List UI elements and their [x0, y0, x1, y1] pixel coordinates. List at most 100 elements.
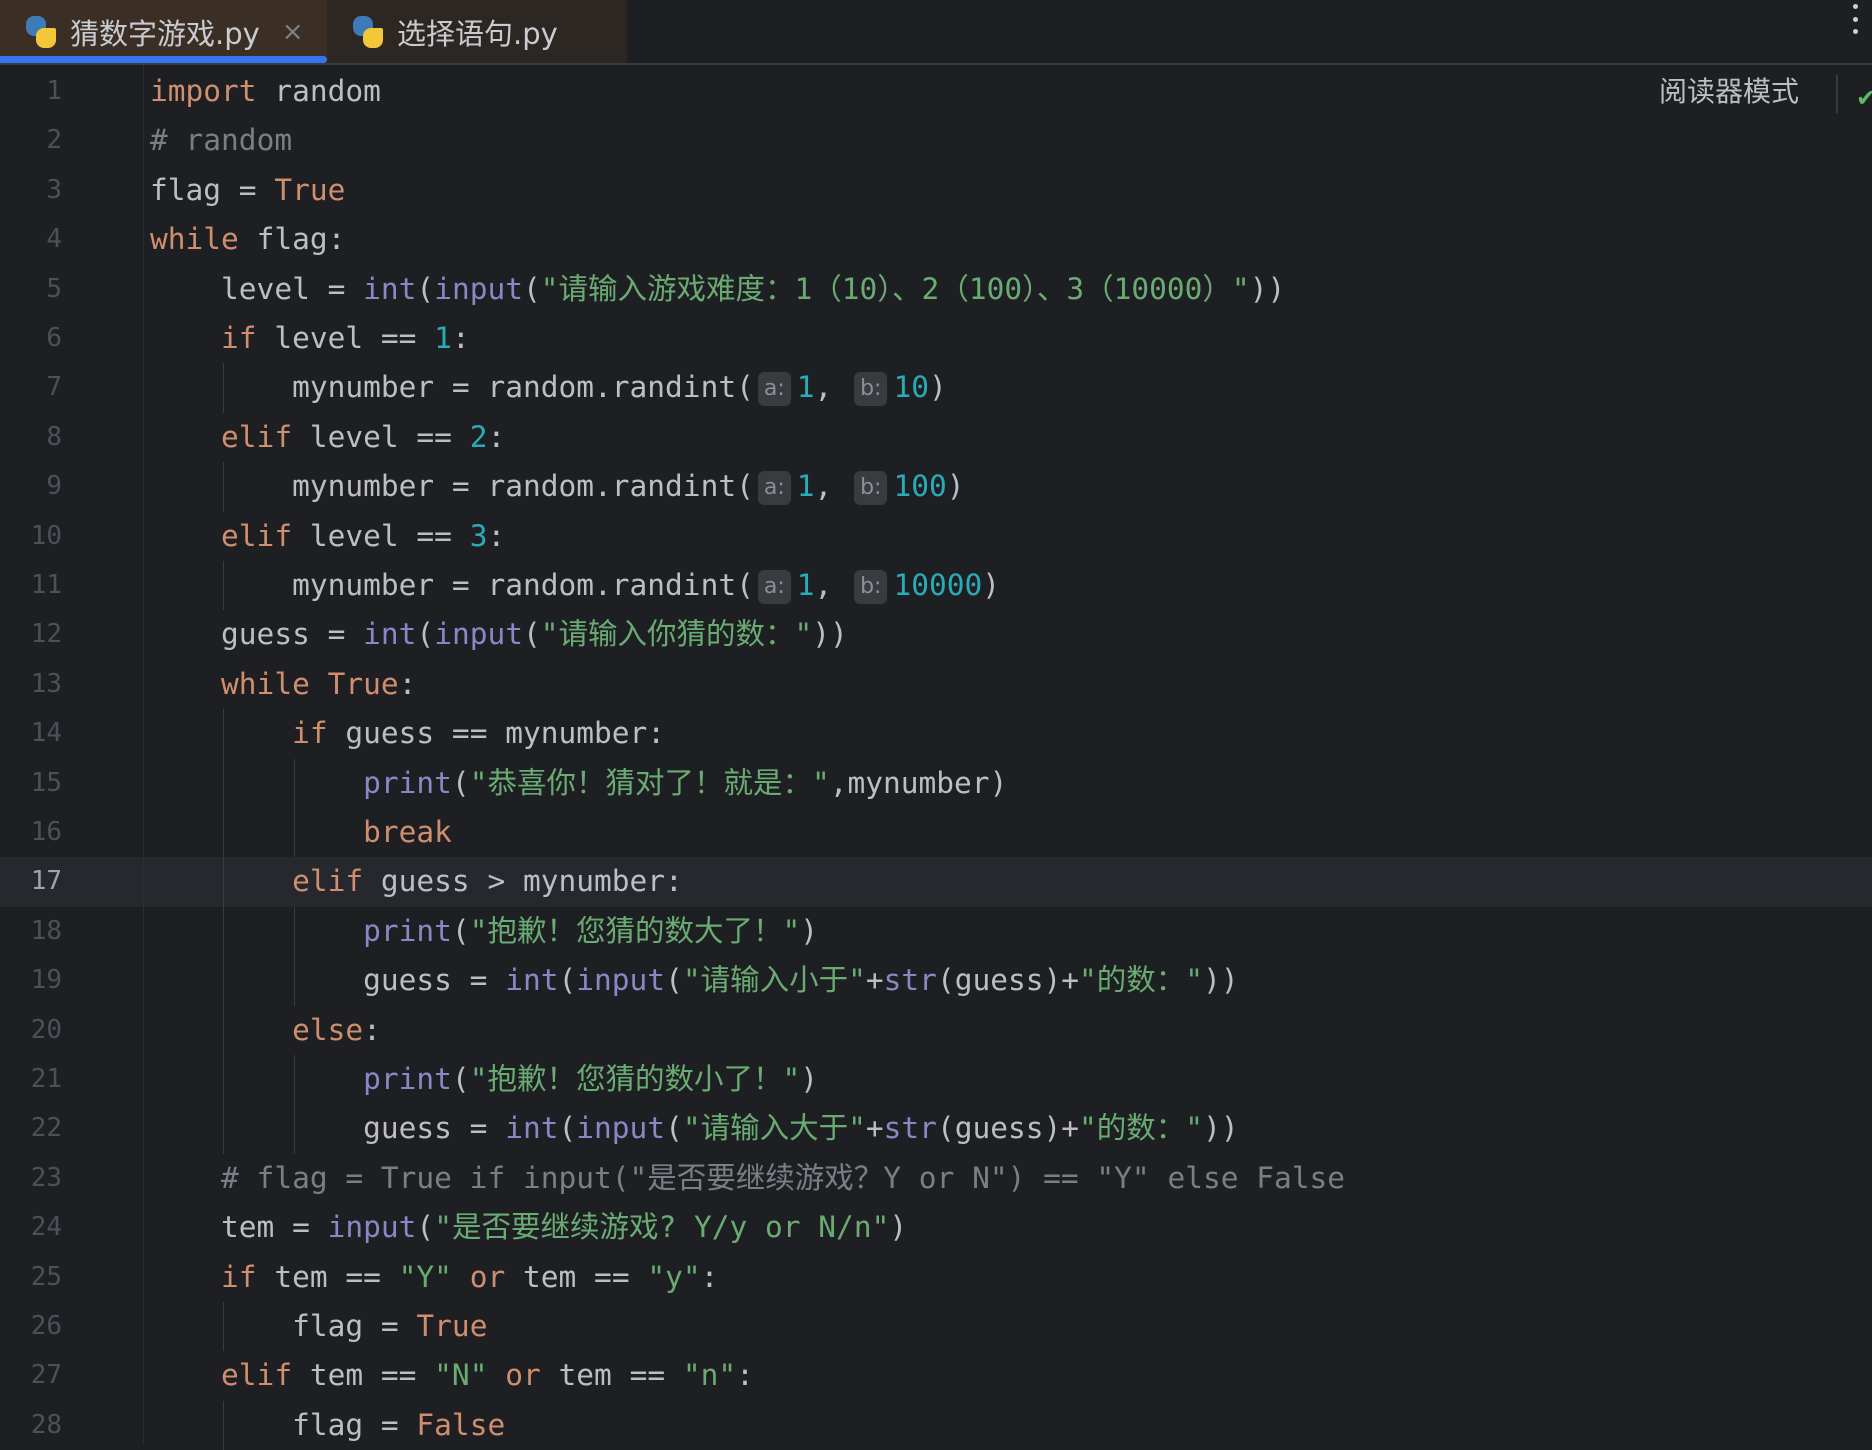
line-number[interactable]: 16 — [0, 808, 62, 857]
line-number[interactable]: 6 — [0, 314, 62, 363]
code-line[interactable]: 7 mynumber = random.randint(a: 1, b: 10) — [0, 363, 1872, 413]
code-token: ( — [523, 271, 541, 306]
line-number[interactable]: 11 — [0, 561, 62, 610]
code-line[interactable]: 17 elif guess > mynumber: — [0, 857, 1872, 907]
line-number[interactable]: 24 — [0, 1203, 62, 1252]
more-options-icon[interactable] — [1849, 4, 1861, 34]
code-text: guess = int(input("请输入大于"+str(guess)+"的数… — [363, 1104, 1238, 1153]
code-token: ( — [665, 1111, 683, 1146]
code-line[interactable]: 6 if level == 1: — [0, 314, 1872, 363]
editor-tab-bar: 猜数字游戏.py × 选择语句.py — [0, 0, 1872, 65]
code-line[interactable]: 21 print("抱歉！您猜的数小了！") — [0, 1055, 1872, 1105]
line-number[interactable]: 23 — [0, 1154, 62, 1203]
code-line[interactable]: 2 # random — [0, 116, 1872, 165]
code-token: level = — [221, 271, 364, 306]
code-line[interactable]: 19 guess = int(input("请输入小于"+str(guess)+"… — [0, 956, 1872, 1006]
code-line[interactable]: 4 while flag: — [0, 215, 1872, 264]
indent-guide — [294, 808, 296, 858]
code-line[interactable]: 9 mynumber = random.randint(a: 1, b: 100) — [0, 462, 1872, 512]
code-text: if guess == mynumber: — [292, 709, 665, 758]
line-number[interactable]: 22 — [0, 1104, 62, 1153]
code-line[interactable]: 11 mynumber = random.randint(a: 1, b: 10000… — [0, 561, 1872, 611]
line-number[interactable]: 18 — [0, 907, 62, 956]
parameter-hint: a: — [757, 372, 791, 407]
parameter-hint: a: — [757, 471, 791, 506]
code-line[interactable]: 24 tem = input("是否要继续游戏? Y/y or N/n") — [0, 1203, 1872, 1252]
indent-guide — [223, 1005, 225, 1055]
line-number[interactable]: 25 — [0, 1253, 62, 1302]
code-line[interactable]: 25 if tem == "Y" or tem == "y": — [0, 1253, 1872, 1302]
indent-guide — [223, 363, 225, 413]
number-token: 1 — [796, 568, 815, 602]
code-line[interactable]: 18 print("抱歉！您猜的数大了！") — [0, 906, 1872, 957]
code-line[interactable]: 20 else: — [0, 1005, 1872, 1055]
line-number[interactable]: 20 — [0, 1006, 62, 1055]
line-number[interactable]: 19 — [0, 956, 62, 1005]
code-text: while True: — [221, 660, 416, 709]
python-file-icon — [24, 15, 58, 49]
line-number[interactable]: 4 — [0, 215, 62, 264]
line-number[interactable]: 3 — [0, 166, 62, 215]
code-line[interactable]: 15 print("恭喜你！猜对了！就是：",mynumber) — [0, 758, 1872, 808]
code-token: guess == mynumber: — [327, 716, 666, 751]
code-line[interactable]: 10 elif level == 3: — [0, 512, 1872, 561]
line-number[interactable]: 7 — [0, 363, 62, 412]
line-number[interactable]: 28 — [0, 1401, 62, 1450]
code-line[interactable]: 23 # flag = True if input("是否要继续游戏？Y or N… — [0, 1154, 1872, 1203]
line-number[interactable]: 1 — [0, 67, 62, 116]
close-tab-icon[interactable]: × — [282, 17, 304, 47]
line-number[interactable]: 17 — [0, 857, 62, 906]
tab-guess-number-game[interactable]: 猜数字游戏.py × — [0, 0, 327, 63]
line-number[interactable]: 21 — [0, 1055, 62, 1104]
code-line[interactable]: 5 level = int(input("请输入游戏难度：1（10）、2（100）… — [0, 265, 1872, 314]
keyword-token: or — [469, 1259, 506, 1294]
code-token: ( — [416, 271, 435, 306]
line-number[interactable]: 5 — [0, 265, 62, 314]
parameter-hint: b: — [854, 372, 888, 407]
code-line[interactable]: 8 elif level == 2: — [0, 413, 1872, 462]
keyword-token: import — [150, 74, 257, 108]
inspection-ok-check-icon[interactable]: ✔ — [1856, 84, 1872, 112]
code-line[interactable]: 1 import random — [0, 67, 1872, 116]
code-token: )) — [1203, 1111, 1239, 1146]
string-token: "请输入游戏难度：1（10）、2（100）、3（10000）" — [540, 271, 1250, 306]
line-number[interactable]: 26 — [0, 1302, 62, 1351]
code-token: ( — [558, 963, 577, 998]
code-token: ( — [451, 765, 470, 800]
line-number[interactable]: 13 — [0, 660, 62, 709]
active-tab-indicator — [0, 56, 327, 63]
line-number[interactable]: 10 — [0, 512, 62, 561]
code-editor[interactable]: 1 import random 2 # random 3 flag = True 4 whil… — [0, 65, 1872, 1450]
line-number[interactable]: 12 — [0, 610, 62, 659]
tab-selection-statements[interactable]: 选择语句.py — [327, 0, 627, 63]
code-token: : — [451, 321, 470, 355]
line-number[interactable]: 2 — [0, 116, 62, 165]
line-number[interactable]: 15 — [0, 759, 62, 808]
reader-mode-button[interactable]: 阅读器模式 — [1659, 72, 1799, 112]
keyword-token: elif — [221, 419, 293, 454]
code-line[interactable]: 22 guess = int(input("请输入大于"+str(guess)+"… — [0, 1104, 1872, 1154]
number-token: 10000 — [893, 568, 983, 602]
line-number[interactable]: 14 — [0, 709, 62, 758]
builtin-token: input — [576, 963, 666, 998]
code-line[interactable]: 12 guess = int(input("请输入你猜的数：")) — [0, 610, 1872, 659]
code-line[interactable]: 3 flag = True — [0, 166, 1872, 215]
code-line[interactable]: 28 flag = False — [0, 1400, 1872, 1450]
code-line[interactable]: 27 elif tem == "N" or tem == "n": — [0, 1351, 1872, 1400]
indent-guide — [294, 758, 296, 808]
code-line[interactable]: 26 flag = True — [0, 1302, 1872, 1352]
code-text: print("抱歉！您猜的数小了！") — [363, 1055, 818, 1104]
code-line[interactable]: 13 while True: — [0, 660, 1872, 709]
indent-guide — [294, 1055, 296, 1105]
code-text: else: — [292, 1006, 381, 1055]
code-token: ) — [889, 1210, 908, 1245]
code-line[interactable]: 16 break — [0, 808, 1872, 858]
line-number[interactable]: 9 — [0, 462, 62, 511]
line-number[interactable]: 8 — [0, 413, 62, 462]
code-token: level == — [292, 518, 470, 553]
line-number[interactable]: 27 — [0, 1351, 62, 1400]
indent-guide — [223, 709, 225, 759]
string-token: "抱歉！您猜的数大了！" — [469, 913, 801, 948]
code-line[interactable]: 14 if guess == mynumber: — [0, 709, 1872, 759]
comment-token: # flag = True if input("是否要继续游戏？Y or N")… — [221, 1160, 1346, 1195]
